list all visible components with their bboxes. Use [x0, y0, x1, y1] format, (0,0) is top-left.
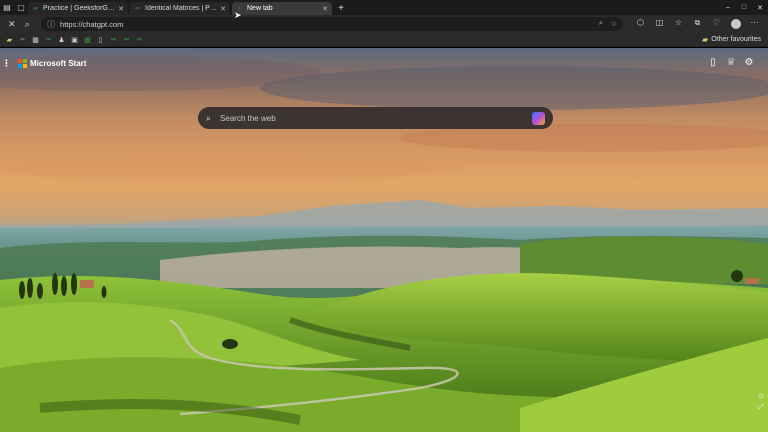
rewards-icon[interactable]: ♕ [722, 57, 740, 68]
split-screen-icon[interactable]: ◫ [650, 18, 669, 31]
geeksforgeeks-bookmark-icon[interactable]: ∞ [133, 34, 146, 46]
avatar [730, 18, 741, 29]
web-search-box[interactable]: ⌕ [198, 107, 553, 129]
expand-icon[interactable]: ⤢ [758, 404, 764, 416]
mobile-app-icon[interactable]: ▯ [704, 57, 722, 68]
address-toolbar: ✕ ⌕ ⓘ https://chatgpt.com ⌕ ☆ ⬡ ◫ ☆ ⧉ ♡ … [0, 15, 768, 33]
favourites-bar: ▰ ⇔ ▦ ∞ ♟ ▣ ▩ ▯ ∞ ∞ ∞ ▰ Other favourites [0, 33, 768, 47]
address-bar[interactable]: ⓘ https://chatgpt.com ⌕ ☆ [41, 17, 624, 31]
tab-strip: ▤ ▢ ∞ Practice | GeeksforGee ✕ ∞ Identic… [0, 0, 768, 15]
search-icon: ⌕ [206, 112, 212, 123]
image-info-icon[interactable]: ⊙ [758, 392, 764, 404]
favourites-icon[interactable]: ☆ [669, 18, 688, 31]
bookmark-icon[interactable]: ▣ [68, 34, 81, 46]
toolbar-icons: ⬡ ◫ ☆ ⧉ ♡ ⋯ [631, 18, 764, 31]
info-icon[interactable]: ⓘ [47, 19, 55, 30]
tab-practice[interactable]: ∞ Practice | GeeksforGee ✕ [28, 2, 128, 15]
zoom-search-icon[interactable]: ⌕ [599, 20, 603, 28]
tab-actions-icon[interactable]: ▤ [0, 0, 14, 15]
tab-identical-matrices[interactable]: ∞ Identical Matrices | Prac ✕ [130, 2, 230, 15]
close-icon[interactable]: ✕ [118, 5, 124, 13]
other-favourites-label: Other favourites [711, 36, 761, 43]
tab-title: Practice | GeeksforGee [43, 5, 116, 12]
stop-loading-button[interactable]: ✕ [4, 16, 20, 32]
tab-title: Identical Matrices | Prac [145, 5, 218, 12]
tab-title: New tab [247, 5, 273, 12]
bookmark-icon[interactable]: ▩ [81, 34, 94, 46]
collections-icon[interactable]: ⧉ [688, 18, 707, 31]
search-input[interactable] [220, 113, 532, 123]
url-text[interactable]: https://chatgpt.com [60, 20, 591, 29]
geeksforgeeks-bookmark-icon[interactable]: ∞ [120, 34, 133, 46]
more-options-icon[interactable]: ⋯ [745, 18, 764, 31]
page-settings-icons: ▯ ♕ ⚙ [704, 57, 758, 68]
minimize-button[interactable]: – [720, 4, 736, 11]
close-window-button[interactable]: ✕ [752, 4, 768, 12]
geeksforgeeks-bookmark-icon[interactable]: ∞ [42, 34, 55, 46]
folder-icon: ▰ [702, 35, 709, 44]
browser-essentials-icon[interactable]: ♡ [707, 18, 726, 31]
folder-icon[interactable]: ▰ [3, 34, 16, 46]
landscape-background-image [0, 55, 768, 432]
document-icon[interactable]: ▯ [94, 34, 107, 46]
close-icon[interactable]: ✕ [322, 5, 328, 13]
bookmark-icon[interactable]: ▦ [29, 34, 42, 46]
favourite-star-icon[interactable]: ☆ [611, 20, 617, 28]
microsoft-logo-icon [18, 59, 27, 68]
geeksforgeeks-bookmark-icon[interactable]: ∞ [107, 34, 120, 46]
brand-title[interactable]: Microsoft Start [30, 59, 86, 68]
new-tab-button[interactable]: + [334, 2, 348, 15]
tab-new-tab[interactable]: ◦ New tab ✕ [232, 2, 332, 15]
microsoft-start-header: ⋮ Microsoft Start [2, 58, 86, 69]
corner-controls: ⊙ ⤢ [758, 392, 764, 416]
search-icon[interactable]: ⌕ [20, 16, 36, 32]
settings-gear-icon[interactable]: ⚙ [740, 57, 758, 68]
maximize-button[interactable]: □ [736, 4, 752, 11]
other-favourites-folder[interactable]: ▰ Other favourites [702, 35, 765, 44]
window-controls: – □ ✕ [720, 0, 768, 15]
mouse-cursor-icon: ➤ [234, 10, 242, 20]
profile-avatar[interactable] [726, 18, 745, 31]
bookmark-icon[interactable]: ♟ [55, 34, 68, 46]
bookmark-icon[interactable]: ⇔ [16, 34, 29, 46]
tab-list-icon[interactable]: ▢ [14, 0, 28, 15]
extensions-icon[interactable]: ⬡ [631, 18, 650, 31]
geeksforgeeks-icon: ∞ [135, 5, 140, 12]
new-tab-page: ⋮ Microsoft Start ▯ ♕ ⚙ ⌕ ⊙ ⤢ [0, 48, 768, 432]
geeksforgeeks-icon: ∞ [33, 5, 38, 12]
app-launcher-icon[interactable]: ⋮ [2, 58, 11, 69]
copilot-icon[interactable] [532, 111, 545, 125]
close-icon[interactable]: ✕ [220, 5, 226, 13]
